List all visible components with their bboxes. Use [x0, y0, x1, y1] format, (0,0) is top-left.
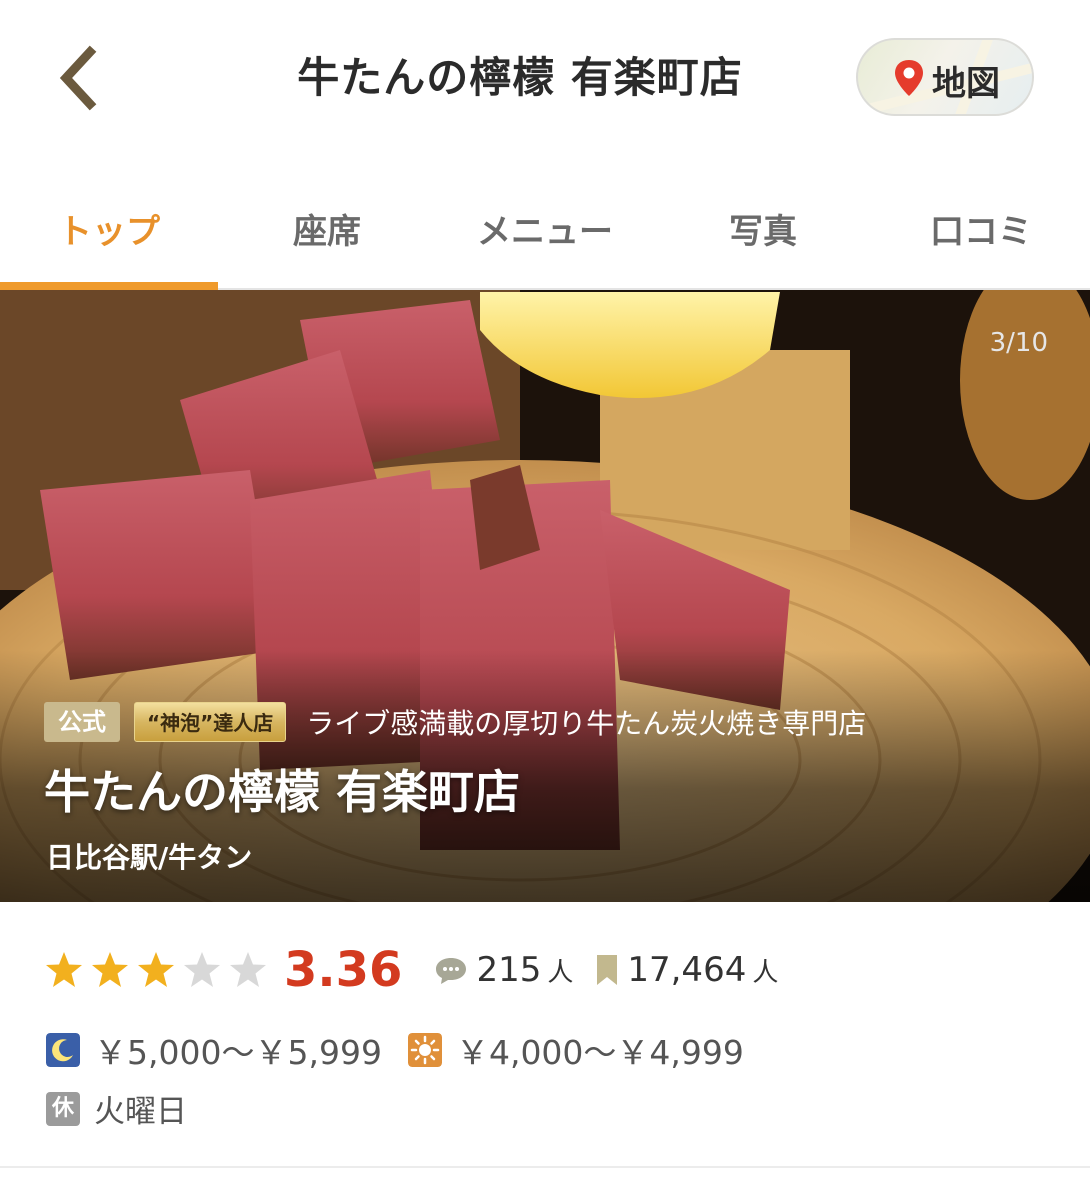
- holiday-row: 休火曜日: [46, 1086, 187, 1130]
- rating-score: 3.36: [284, 942, 403, 998]
- star-icon: [138, 952, 174, 987]
- official-badge: 公式: [44, 702, 120, 742]
- star-icon: [230, 952, 266, 987]
- catchcopy: ライブ感満載の厚切り牛たん炭火焼き専門店: [306, 707, 867, 740]
- restaurant-info: 3.36 215 人 17,464 人 ￥5,000～￥5,999 ￥4,000～￥…: [0, 902, 1090, 1172]
- dinner-price: ￥5,000～￥5,999: [94, 1033, 382, 1072]
- holiday-value: 火曜日: [94, 1094, 187, 1130]
- tab-bar: トップ 座席 メニュー 写真 口コミ: [0, 180, 1090, 290]
- restaurant-name: 牛たんの檸檬 有楽町店: [44, 765, 521, 819]
- star-icon: [46, 952, 82, 987]
- moon-icon: [46, 1033, 80, 1067]
- map-button[interactable]: 地図: [856, 38, 1034, 116]
- holiday-icon: 休: [46, 1091, 80, 1126]
- speech-bubble-icon[interactable]: [434, 955, 468, 985]
- page-title: 牛たんの檸檬 有楽町店: [297, 53, 743, 102]
- bookmark-count-unit: 人: [752, 958, 779, 988]
- app-header: 牛たんの檸檬 有楽町店 地図: [0, 0, 1090, 160]
- star-rating: [44, 952, 274, 987]
- tab-reviews[interactable]: 口コミ: [872, 180, 1090, 288]
- bookmark-count-value: 17,464: [627, 950, 747, 990]
- review-count-value: 215: [476, 950, 542, 990]
- back-button[interactable]: [52, 38, 112, 118]
- star-icon: [92, 952, 128, 987]
- tab-photos[interactable]: 写真: [654, 180, 872, 288]
- section-divider: [0, 1166, 1090, 1168]
- price-row: ￥5,000～￥5,999 ￥4,000～￥4,999: [46, 1026, 744, 1072]
- chevron-left-icon: [59, 45, 97, 111]
- tab-seats[interactable]: 座席: [218, 180, 436, 288]
- hero-badges: 公式 “神泡”達人店 ライブ感満載の厚切り牛たん炭火焼き専門店: [44, 702, 866, 744]
- map-button-label: 地図: [932, 64, 1000, 104]
- area-genre: 日比谷駅/牛タン: [46, 841, 253, 874]
- tab-top[interactable]: トップ: [0, 180, 218, 290]
- kamiawa-badge: “神泡”達人店: [134, 702, 287, 742]
- bookmark-icon[interactable]: [595, 953, 619, 987]
- review-count-unit: 人: [547, 958, 574, 988]
- photo-counter: 3/10: [989, 328, 1048, 358]
- star-icon: [184, 952, 220, 987]
- map-pin-icon: [895, 60, 923, 96]
- bookmark-count[interactable]: 17,464 人: [627, 950, 778, 990]
- hero-image-carousel[interactable]: 3/10 公式 “神泡”達人店 ライブ感満載の厚切り牛たん炭火焼き専門店 牛たんの檸…: [0, 290, 1090, 902]
- sun-icon: [407, 1033, 442, 1067]
- tab-menu[interactable]: メニュー: [436, 180, 654, 288]
- rating-row: 3.36 215 人 17,464 人: [44, 942, 778, 998]
- review-count[interactable]: 215 人: [476, 950, 573, 990]
- lunch-price: ￥4,000～￥4,999: [455, 1033, 744, 1072]
